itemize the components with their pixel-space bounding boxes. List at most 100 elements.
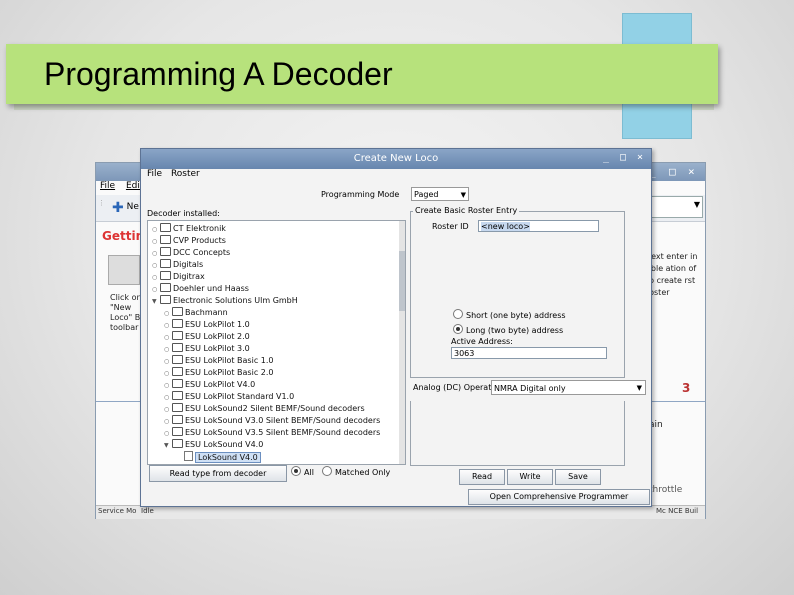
decoder-tree[interactable]: ○ CT Elektronik ○ CVP Products ○ DCC Concepts… — [147, 220, 406, 465]
file-icon — [184, 451, 193, 461]
tree-folder-item[interactable]: ○ ESU LokSound V3.5 Silent BEMF/Sound dec… — [164, 427, 380, 439]
dialog-titlebar[interactable]: Create New Loco _ □ × — [141, 149, 651, 169]
folder-icon — [160, 259, 171, 268]
tree-item-label: LokSound V4.0 — [195, 452, 261, 463]
folder-icon — [172, 403, 183, 412]
tree-folder-item[interactable]: ○ ESU LokSound2 Silent BEMF/Sound decoder… — [164, 403, 365, 415]
tree-item-label: DCC Concepts — [173, 248, 231, 257]
tree-item-label: ESU LokPilot V4.0 — [185, 380, 256, 389]
minimize-icon[interactable]: _ — [603, 152, 609, 163]
tree-item-label: Doehler und Haass — [173, 284, 249, 293]
tree-item-label: CT Elektronik — [173, 224, 226, 233]
tree-folder-item[interactable]: ○ Digitals — [152, 259, 203, 271]
folder-icon — [172, 355, 183, 364]
folder-icon — [160, 295, 171, 304]
tree-item-label: ESU LokPilot Basic 2.0 — [185, 368, 274, 377]
expanded-toggle-icon[interactable]: ▼ — [152, 296, 160, 308]
tree-folder-item[interactable]: ○ ESU LokPilot Basic 1.0 — [164, 355, 274, 367]
open-comprehensive-programmer-button[interactable]: Open Comprehensive Programmer — [468, 489, 650, 505]
programming-mode-select[interactable]: Paged ▼ — [411, 187, 469, 201]
tree-folder-item[interactable]: ○ Doehler und Haass — [152, 283, 249, 295]
write-button[interactable]: Write — [507, 469, 553, 485]
tree-item-label: ESU LokSound V4.0 — [185, 440, 264, 449]
tree-folder-item[interactable]: ○ ESU LokPilot Basic 2.0 — [164, 367, 274, 379]
status-bar: Service Mo Idle Mc NCE Buil — [96, 505, 705, 519]
tree-item-label: ESU LokSound V3.0 Silent BEMF/Sound deco… — [185, 416, 381, 425]
tree-item-label: ESU LokSound V3.5 Silent BEMF/Sound deco… — [185, 428, 381, 437]
step-number: 3 — [682, 381, 691, 395]
long-address-radio[interactable]: Long (two byte) address — [453, 324, 563, 337]
background-throttle-label[interactable]: throttle — [649, 485, 682, 495]
expanded-toggle-icon[interactable]: ▼ — [164, 440, 172, 452]
menu-file[interactable]: File — [147, 169, 162, 179]
tree-folder-item[interactable]: ○ ESU LokPilot Standard V1.0 — [164, 391, 294, 403]
tree-item-label: Digitals — [173, 260, 204, 269]
tree-item-label: ESU LokPilot Standard V1.0 — [185, 392, 295, 401]
status-connection: Mc NCE Buil — [656, 507, 699, 515]
analog-operation-select[interactable]: NMRA Digital only ▼ — [491, 380, 646, 395]
roster-id-label: Roster ID — [432, 222, 469, 231]
menu-roster[interactable]: Roster — [171, 169, 200, 179]
roster-group-title: Create Basic Roster Entry — [413, 206, 520, 215]
tree-folder-item[interactable]: ○ Bachmann — [164, 307, 228, 319]
menu-file[interactable]: File — [100, 181, 115, 191]
filter-all-radio[interactable]: All — [291, 466, 314, 479]
maximize-icon[interactable]: □ — [669, 165, 676, 178]
folder-icon — [160, 235, 171, 244]
help-text-right: next enter in able ation of to create rs… — [646, 252, 698, 297]
tree-item-label: ESU LokPilot 3.0 — [185, 344, 250, 353]
slide-title: Programming A Decoder — [44, 56, 393, 92]
folder-icon — [160, 247, 171, 256]
short-address-radio[interactable]: Short (one byte) address — [453, 309, 566, 322]
folder-icon — [160, 223, 171, 232]
scrollbar-thumb[interactable] — [399, 251, 405, 311]
close-icon[interactable]: × — [688, 165, 695, 178]
analog-operation-label: Analog (DC) Operation — [413, 383, 504, 392]
read-button[interactable]: Read — [459, 469, 505, 485]
folder-icon — [172, 367, 183, 376]
radio-selected-icon — [453, 324, 463, 334]
programming-mode-label: Programming Mode — [321, 190, 400, 199]
tree-folder-item[interactable]: ○ Digitrax — [152, 271, 205, 283]
active-address-input[interactable]: 3063 — [451, 347, 607, 359]
tree-folder-item[interactable]: ○ ESU LokPilot 2.0 — [164, 331, 250, 343]
tree-folder-item[interactable]: ○ ESU LokPilot V4.0 — [164, 379, 255, 391]
tree-folder-item[interactable]: ○ ESU LokPilot 1.0 — [164, 319, 250, 331]
filter-matched-radio[interactable]: Matched Only — [322, 466, 390, 479]
tree-leaf-item[interactable]: LokSound V4.0 — [176, 451, 261, 463]
folder-icon — [172, 427, 183, 436]
tree-folder-item[interactable]: ○ ESU LokSound V3.0 Silent BEMF/Sound dec… — [164, 415, 380, 427]
tree-item-label: ESU LokSound2 Silent BEMF/Sound decoders — [185, 404, 365, 413]
active-address-label: Active Address: — [451, 337, 513, 346]
tree-folder-item[interactable]: ○ CT Elektronik — [152, 223, 226, 235]
tree-item-label: ESU LokPilot 2.0 — [185, 332, 250, 341]
folder-icon — [172, 319, 183, 328]
close-icon[interactable]: × — [637, 152, 643, 163]
roster-id-input[interactable]: <new loco> — [478, 220, 599, 232]
dialog-menubar: File Roster — [141, 169, 651, 183]
tree-folder-item[interactable]: ○ ESU LokPilot 3.0 — [164, 343, 250, 355]
read-type-button[interactable]: Read type from decoder — [149, 465, 287, 482]
decoder-installed-label: Decoder installed: — [147, 209, 220, 218]
create-new-loco-dialog: Create New Loco _ □ × File Roster Progra… — [140, 148, 652, 507]
tree-item-label: ESU LokPilot Basic 1.0 — [185, 356, 274, 365]
roster-blank-panel — [410, 401, 625, 466]
chevron-down-icon: ▼ — [460, 191, 466, 199]
tree-folder-item[interactable]: ▼ ESU LokSound V4.0 — [164, 439, 263, 451]
radio-unselected-icon — [453, 309, 463, 319]
status-mode: Service Mo — [98, 507, 137, 515]
save-button[interactable]: Save — [555, 469, 601, 485]
radio-selected-icon — [291, 466, 301, 476]
folder-icon — [172, 307, 183, 316]
tree-scrollbar[interactable] — [399, 221, 405, 464]
tree-item-label: ESU LokPilot 1.0 — [185, 320, 250, 329]
tree-item-label: Bachmann — [185, 308, 228, 317]
radio-unselected-icon — [322, 466, 332, 476]
tree-folder-item[interactable]: ▼ Electronic Solutions Ulm GmbH — [152, 295, 298, 307]
dialog-title: Create New Loco — [353, 153, 439, 164]
tree-folder-item[interactable]: ○ DCC Concepts — [152, 247, 230, 259]
tree-folder-item[interactable]: ○ CVP Products — [152, 235, 226, 247]
maximize-icon[interactable]: □ — [620, 152, 626, 163]
plus-icon: ✚ — [112, 200, 124, 216]
folder-icon — [172, 391, 183, 400]
